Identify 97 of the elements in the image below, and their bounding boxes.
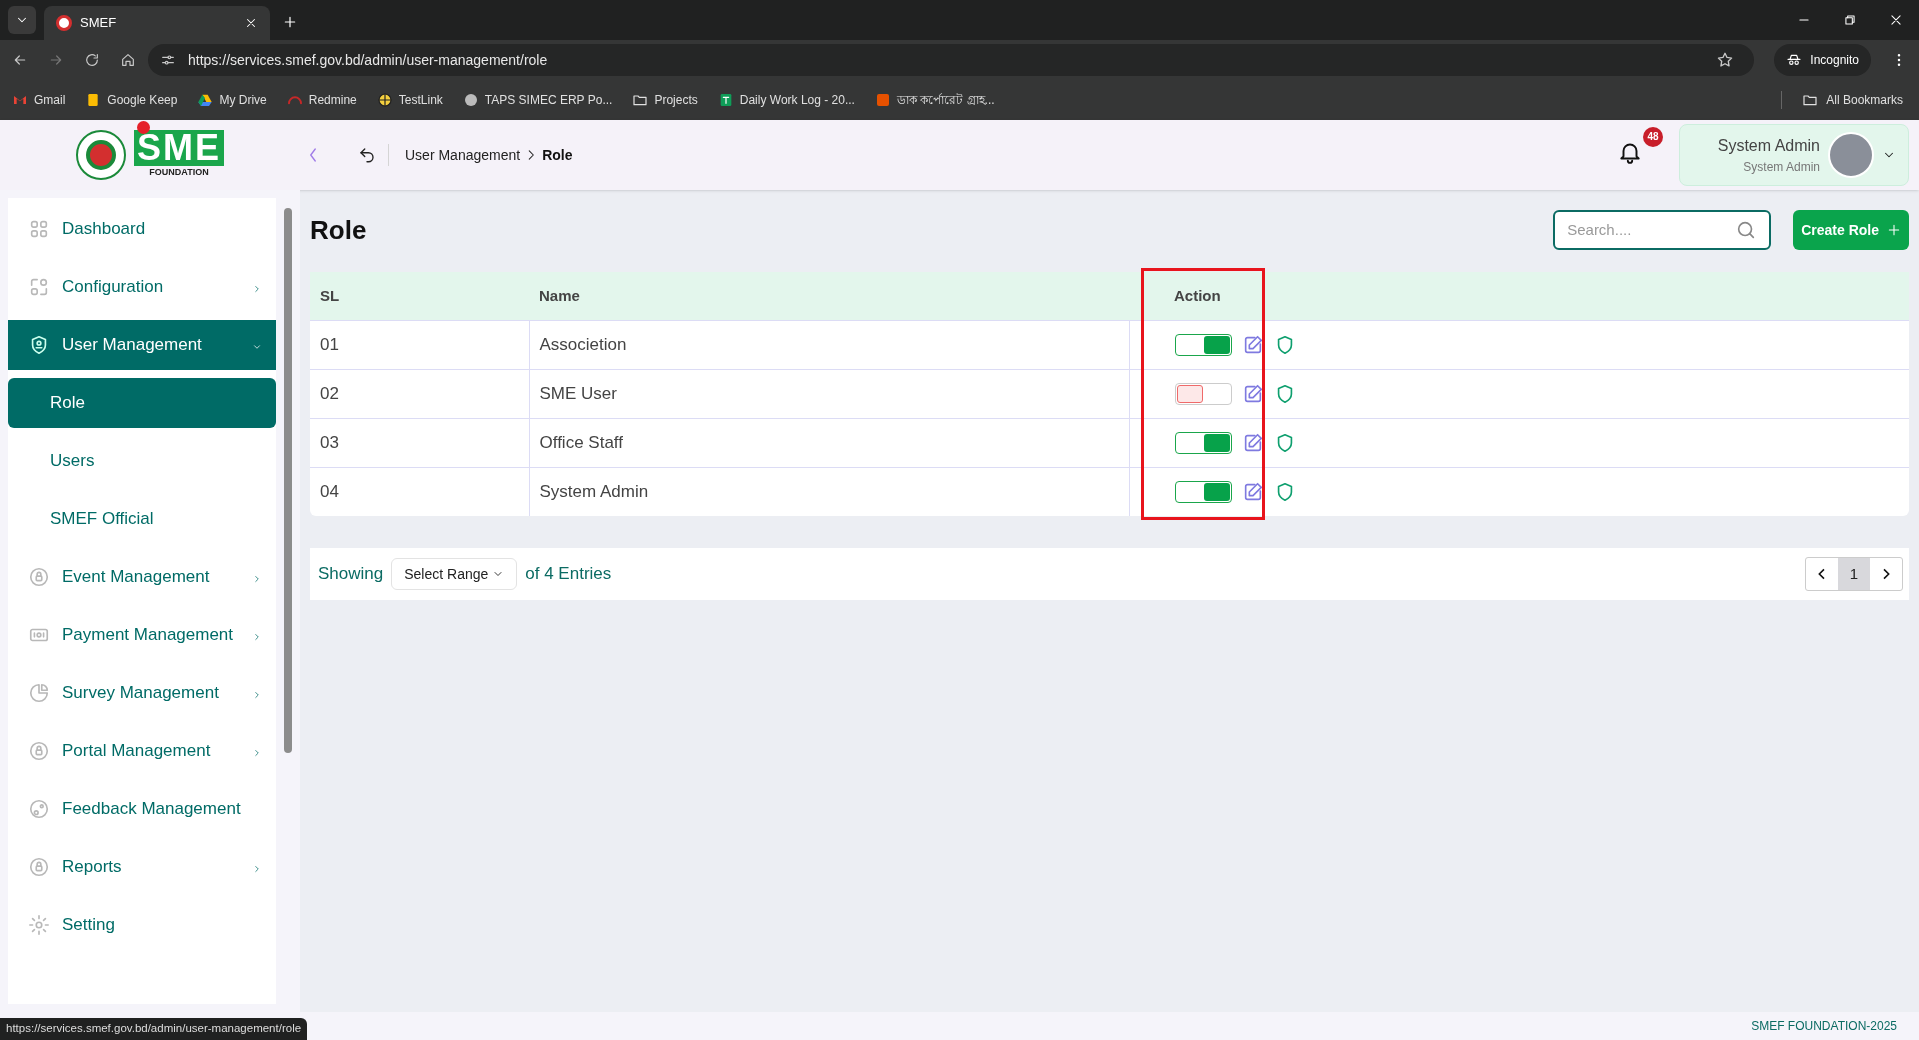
folder-icon bbox=[632, 92, 649, 108]
shapes-icon bbox=[28, 276, 50, 298]
dots-circle-icon bbox=[28, 798, 50, 820]
forward-icon[interactable] bbox=[48, 52, 64, 68]
showing-label: Showing bbox=[318, 563, 384, 586]
column-header: Action bbox=[1174, 286, 1221, 304]
incognito-button[interactable]: Incognito bbox=[1774, 44, 1871, 76]
table-cell: 03 bbox=[320, 432, 339, 452]
user-menu[interactable]: System Admin System Admin bbox=[1679, 124, 1909, 186]
entries-label: of 4 Entries bbox=[525, 563, 612, 586]
app-icon bbox=[874, 92, 891, 108]
sidebar-item[interactable]: Configuration bbox=[8, 262, 276, 312]
close-icon[interactable] bbox=[1889, 13, 1903, 27]
back-icon[interactable] bbox=[12, 52, 28, 68]
search-field[interactable]: Search.... bbox=[1553, 210, 1772, 250]
chevron-right-icon bbox=[252, 690, 262, 700]
sidebar-item[interactable]: Payment Management bbox=[8, 610, 276, 660]
table-cell: Office Staff bbox=[539, 432, 623, 452]
notification-badge: 48 bbox=[1643, 126, 1663, 147]
bookmark-link[interactable]: ডাক কর্পোরেট গ্রাহ... bbox=[874, 91, 995, 109]
bookmark-link[interactable]: Projects bbox=[632, 91, 698, 109]
user-name: System Admin bbox=[1717, 136, 1820, 156]
star-icon[interactable] bbox=[1716, 51, 1735, 69]
column-header: Name bbox=[539, 286, 580, 304]
sidebar-item[interactable]: User Management bbox=[8, 320, 276, 370]
bookmark-link[interactable]: My Drive bbox=[197, 91, 267, 109]
table-cell: 02 bbox=[320, 383, 339, 403]
emblem-icon bbox=[76, 130, 126, 180]
chevron-down-icon bbox=[252, 342, 262, 352]
avatar bbox=[1828, 132, 1874, 178]
sidebar-subitem[interactable]: Users bbox=[8, 436, 276, 486]
footer-text: SMEF FOUNDATION-2025 bbox=[1751, 1018, 1897, 1035]
globe-icon bbox=[462, 92, 479, 108]
logo-subtitle: FOUNDATION bbox=[149, 166, 209, 180]
sidebar-subitem[interactable]: SMEF Official bbox=[8, 494, 276, 544]
bookmark-link[interactable]: Daily Work Log - 20... bbox=[717, 91, 855, 109]
page-title: Role bbox=[310, 213, 368, 247]
chevron-right-icon bbox=[252, 864, 262, 874]
bookmark-link[interactable]: TestLink bbox=[376, 91, 443, 109]
bookmark-link[interactable]: Gmail bbox=[12, 91, 66, 109]
site-settings-icon bbox=[160, 52, 176, 68]
breadcrumb-current: Role bbox=[542, 145, 573, 165]
favicon-icon bbox=[56, 15, 72, 31]
table-cell: Associetion bbox=[539, 334, 627, 354]
range-select[interactable]: Select Range bbox=[391, 558, 518, 590]
undo-icon[interactable] bbox=[358, 146, 376, 164]
bookmark-link[interactable]: Redmine bbox=[286, 91, 357, 109]
sidebar-item[interactable]: Reports bbox=[8, 842, 276, 892]
chevron-right-icon bbox=[252, 632, 262, 642]
scrollbar-thumb[interactable] bbox=[284, 208, 292, 753]
sidebar-item[interactable]: Setting bbox=[8, 900, 276, 950]
sidebar-item[interactable]: Feedback Management bbox=[8, 784, 276, 834]
drive-icon bbox=[197, 92, 214, 108]
bookmark-link[interactable]: TAPS SIMEC ERP Po... bbox=[462, 91, 613, 109]
restore-icon[interactable] bbox=[1843, 13, 1857, 27]
new-tab-icon[interactable] bbox=[282, 14, 298, 30]
status-toggle[interactable] bbox=[1174, 333, 1232, 356]
user-role: System Admin bbox=[1743, 159, 1820, 176]
table-cell: 04 bbox=[320, 482, 339, 501]
table-cell: 01 bbox=[320, 334, 339, 354]
chevron-right-icon bbox=[252, 574, 262, 584]
tab-title: SMEF bbox=[80, 14, 118, 33]
status-toggle[interactable] bbox=[1174, 431, 1232, 454]
logo-wordmark: SME bbox=[134, 130, 224, 167]
table-cell: System Admin bbox=[539, 482, 649, 501]
home-icon[interactable] bbox=[120, 52, 136, 68]
browser-tab[interactable]: SMEF bbox=[44, 6, 270, 40]
sidebar-subitem[interactable]: Role bbox=[8, 378, 276, 428]
bookmark-link[interactable]: Google Keep bbox=[85, 91, 178, 109]
url-text: https://services.smef.gov.bd/admin/user-management/role bbox=[188, 50, 549, 70]
sidebar-item[interactable]: Event Management bbox=[8, 552, 276, 602]
incognito-icon bbox=[1786, 52, 1803, 68]
address-bar[interactable]: https://services.smef.gov.bd/admin/user-management/role bbox=[148, 44, 1755, 76]
column-header: SL bbox=[320, 286, 340, 304]
circle-icon bbox=[376, 92, 393, 108]
plus-icon bbox=[1887, 223, 1901, 237]
status-url: https://services.smef.gov.bd/admin/user-management/role bbox=[0, 1018, 308, 1040]
pie-chart-icon bbox=[28, 682, 50, 704]
sidebar-item[interactable]: Portal Management bbox=[8, 726, 276, 776]
sidebar-item[interactable]: Survey Management bbox=[8, 668, 276, 718]
chevron-right-icon bbox=[252, 748, 262, 758]
reload-icon[interactable] bbox=[84, 52, 100, 68]
status-toggle[interactable] bbox=[1174, 480, 1232, 503]
page-button[interactable]: 1 bbox=[1838, 558, 1870, 590]
search-input[interactable]: Search.... bbox=[1567, 218, 1736, 242]
breadcrumb-link[interactable]: User Management bbox=[405, 144, 521, 166]
table-cell: SME User bbox=[539, 383, 617, 403]
sidebar-item[interactable]: Dashboard bbox=[8, 204, 276, 254]
lock-icon bbox=[28, 566, 50, 588]
close-icon[interactable] bbox=[244, 16, 258, 30]
chevron-right-icon bbox=[252, 284, 262, 294]
lock-icon bbox=[28, 856, 50, 878]
folder-icon bbox=[1802, 92, 1819, 108]
lock-icon bbox=[28, 740, 50, 762]
grid-icon bbox=[28, 218, 50, 240]
status-toggle[interactable] bbox=[1174, 382, 1232, 405]
all-bookmarks-link[interactable]: All Bookmarks bbox=[1802, 91, 1903, 109]
